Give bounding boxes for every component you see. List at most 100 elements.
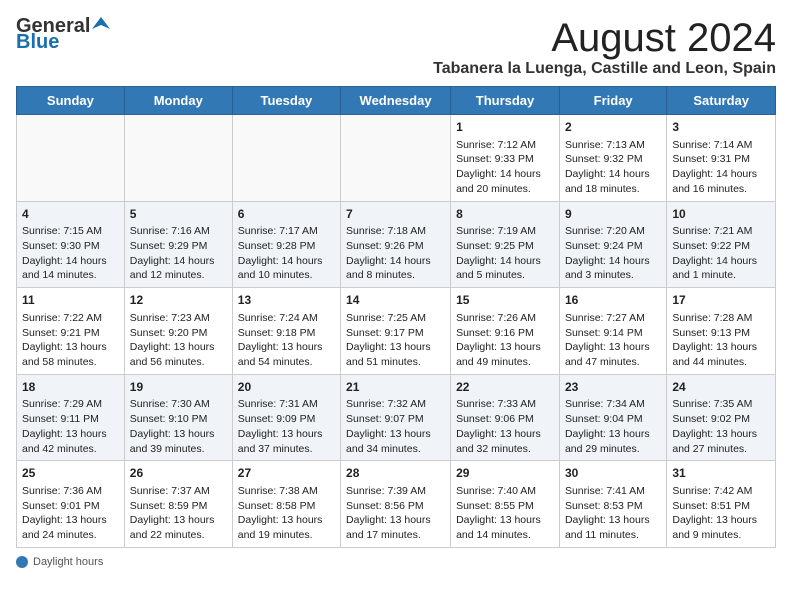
day-info: Sunrise: 7:29 AM Sunset: 9:11 PM Dayligh… (22, 398, 107, 454)
daylight-dot (16, 556, 28, 568)
day-number: 2 (565, 119, 661, 136)
day-info: Sunrise: 7:42 AM Sunset: 8:51 PM Dayligh… (672, 485, 757, 541)
calendar-cell: 12 Sunrise: 7:23 AM Sunset: 9:20 PM Dayli… (124, 288, 232, 375)
calendar-cell: 17 Sunrise: 7:28 AM Sunset: 9:13 PM Dayli… (667, 288, 776, 375)
day-info: Sunrise: 7:22 AM Sunset: 9:21 PM Dayligh… (22, 312, 107, 368)
weekday-header-sunday: Sunday (17, 87, 125, 115)
day-number: 31 (672, 465, 770, 482)
footer: Daylight hours (16, 556, 776, 568)
day-number: 18 (22, 379, 119, 396)
calendar-cell: 21Sunrise: 7:32 AM Sunset: 9:07 PM Dayli… (341, 374, 451, 461)
day-info: Sunrise: 7:17 AM Sunset: 9:28 PM Dayligh… (238, 225, 323, 281)
day-info: Sunrise: 7:39 AM Sunset: 8:56 PM Dayligh… (346, 485, 431, 541)
day-number: 17 (672, 292, 770, 309)
day-number: 4 (22, 206, 119, 223)
day-info: Sunrise: 7:14 AM Sunset: 9:31 PM Dayligh… (672, 139, 757, 195)
day-number: 27 (238, 465, 335, 482)
day-info: Sunrise: 7:21 AM Sunset: 9:22 PM Dayligh… (672, 225, 757, 281)
calendar-cell: 7 Sunrise: 7:18 AM Sunset: 9:26 PM Daylig… (341, 201, 451, 288)
calendar-cell: 26Sunrise: 7:37 AM Sunset: 8:59 PM Dayli… (124, 461, 232, 548)
logo-blue: Blue (16, 32, 59, 52)
calendar-cell: 19 Sunrise: 7:30 AM Sunset: 9:10 PM Dayli… (124, 374, 232, 461)
day-number: 26 (130, 465, 227, 482)
logo-bird-icon (92, 15, 110, 33)
calendar-cell (17, 115, 125, 202)
calendar-cell: 30 Sunrise: 7:41 AM Sunset: 8:53 PM Dayli… (559, 461, 666, 548)
day-number: 11 (22, 292, 119, 309)
day-number: 19 (130, 379, 227, 396)
day-info: Sunrise: 7:19 AM Sunset: 9:25 PM Dayligh… (456, 225, 541, 281)
calendar-week-row: 1Sunrise: 7:12 AM Sunset: 9:33 PM Daylig… (17, 115, 776, 202)
calendar-cell: 27 Sunrise: 7:38 AM Sunset: 8:58 PM Dayli… (232, 461, 340, 548)
day-info: Sunrise: 7:35 AM Sunset: 9:02 PM Dayligh… (672, 398, 757, 454)
day-info: Sunrise: 7:38 AM Sunset: 8:58 PM Dayligh… (238, 485, 323, 541)
calendar-cell: 5 Sunrise: 7:16 AM Sunset: 9:29 PM Daylig… (124, 201, 232, 288)
day-number: 29 (456, 465, 554, 482)
day-info: Sunrise: 7:28 AM Sunset: 9:13 PM Dayligh… (672, 312, 757, 368)
calendar-week-row: 18 Sunrise: 7:29 AM Sunset: 9:11 PM Dayli… (17, 374, 776, 461)
day-info: Sunrise: 7:31 AM Sunset: 9:09 PM Dayligh… (238, 398, 323, 454)
day-number: 25 (22, 465, 119, 482)
day-info: Sunrise: 7:16 AM Sunset: 9:29 PM Dayligh… (130, 225, 215, 281)
day-number: 20 (238, 379, 335, 396)
day-number: 15 (456, 292, 554, 309)
logo: General Blue (16, 16, 110, 52)
weekday-header-wednesday: Wednesday (341, 87, 451, 115)
day-info: Sunrise: 7:23 AM Sunset: 9:20 PM Dayligh… (130, 312, 215, 368)
day-info: Sunrise: 7:30 AM Sunset: 9:10 PM Dayligh… (130, 398, 215, 454)
calendar-cell: 18 Sunrise: 7:29 AM Sunset: 9:11 PM Dayli… (17, 374, 125, 461)
day-number: 12 (130, 292, 227, 309)
calendar-cell (124, 115, 232, 202)
calendar-cell: 28 Sunrise: 7:39 AM Sunset: 8:56 PM Dayli… (341, 461, 451, 548)
calendar-cell: 9Sunrise: 7:20 AM Sunset: 9:24 PM Daylig… (559, 201, 666, 288)
day-number: 16 (565, 292, 661, 309)
day-info: Sunrise: 7:34 AM Sunset: 9:04 PM Dayligh… (565, 398, 650, 454)
page-header: General Blue August 2024 Tabanera la Lue… (16, 16, 776, 78)
day-number: 30 (565, 465, 661, 482)
calendar-title: August 2024 (433, 16, 776, 60)
calendar-cell: 25 Sunrise: 7:36 AM Sunset: 9:01 PM Dayli… (17, 461, 125, 548)
day-number: 24 (672, 379, 770, 396)
calendar-cell: 11 Sunrise: 7:22 AM Sunset: 9:21 PM Dayli… (17, 288, 125, 375)
calendar-week-row: 4 Sunrise: 7:15 AM Sunset: 9:30 PM Daylig… (17, 201, 776, 288)
day-info: Sunrise: 7:24 AM Sunset: 9:18 PM Dayligh… (238, 312, 323, 368)
weekday-header-friday: Friday (559, 87, 666, 115)
calendar-cell: 14Sunrise: 7:25 AM Sunset: 9:17 PM Dayli… (341, 288, 451, 375)
calendar-cell: 4 Sunrise: 7:15 AM Sunset: 9:30 PM Daylig… (17, 201, 125, 288)
day-info: Sunrise: 7:13 AM Sunset: 9:32 PM Dayligh… (565, 139, 650, 195)
calendar-cell: 20 Sunrise: 7:31 AM Sunset: 9:09 PM Dayli… (232, 374, 340, 461)
calendar-cell: 24 Sunrise: 7:35 AM Sunset: 9:02 PM Dayli… (667, 374, 776, 461)
calendar-table: SundayMondayTuesdayWednesdayThursdayFrid… (16, 86, 776, 548)
calendar-cell: 31 Sunrise: 7:42 AM Sunset: 8:51 PM Dayli… (667, 461, 776, 548)
calendar-cell: 8 Sunrise: 7:19 AM Sunset: 9:25 PM Daylig… (451, 201, 560, 288)
day-info: Sunrise: 7:36 AM Sunset: 9:01 PM Dayligh… (22, 485, 107, 541)
day-info: Sunrise: 7:15 AM Sunset: 9:30 PM Dayligh… (22, 225, 107, 281)
calendar-subtitle: Tabanera la Luenga, Castille and Leon, S… (433, 60, 776, 78)
day-number: 14 (346, 292, 445, 309)
calendar-cell: 16 Sunrise: 7:27 AM Sunset: 9:14 PM Dayli… (559, 288, 666, 375)
weekday-header-row: SundayMondayTuesdayWednesdayThursdayFrid… (17, 87, 776, 115)
calendar-cell: 22Sunrise: 7:33 AM Sunset: 9:06 PM Dayli… (451, 374, 560, 461)
day-number: 28 (346, 465, 445, 482)
day-number: 7 (346, 206, 445, 223)
calendar-week-row: 25 Sunrise: 7:36 AM Sunset: 9:01 PM Dayli… (17, 461, 776, 548)
day-info: Sunrise: 7:40 AM Sunset: 8:55 PM Dayligh… (456, 485, 541, 541)
weekday-header-thursday: Thursday (451, 87, 560, 115)
day-info: Sunrise: 7:18 AM Sunset: 9:26 PM Dayligh… (346, 225, 431, 281)
day-info: Sunrise: 7:20 AM Sunset: 9:24 PM Dayligh… (565, 225, 650, 281)
day-info: Sunrise: 7:26 AM Sunset: 9:16 PM Dayligh… (456, 312, 541, 368)
day-number: 5 (130, 206, 227, 223)
day-info: Sunrise: 7:33 AM Sunset: 9:06 PM Dayligh… (456, 398, 541, 454)
day-info: Sunrise: 7:27 AM Sunset: 9:14 PM Dayligh… (565, 312, 650, 368)
day-number: 21 (346, 379, 445, 396)
daylight-label: Daylight hours (33, 556, 103, 568)
title-area: August 2024 Tabanera la Luenga, Castille… (433, 16, 776, 78)
day-number: 8 (456, 206, 554, 223)
calendar-cell: 6Sunrise: 7:17 AM Sunset: 9:28 PM Daylig… (232, 201, 340, 288)
calendar-cell: 3Sunrise: 7:14 AM Sunset: 9:31 PM Daylig… (667, 115, 776, 202)
day-info: Sunrise: 7:41 AM Sunset: 8:53 PM Dayligh… (565, 485, 650, 541)
calendar-cell: 10Sunrise: 7:21 AM Sunset: 9:22 PM Dayli… (667, 201, 776, 288)
calendar-cell (232, 115, 340, 202)
weekday-header-monday: Monday (124, 87, 232, 115)
calendar-cell: 1Sunrise: 7:12 AM Sunset: 9:33 PM Daylig… (451, 115, 560, 202)
